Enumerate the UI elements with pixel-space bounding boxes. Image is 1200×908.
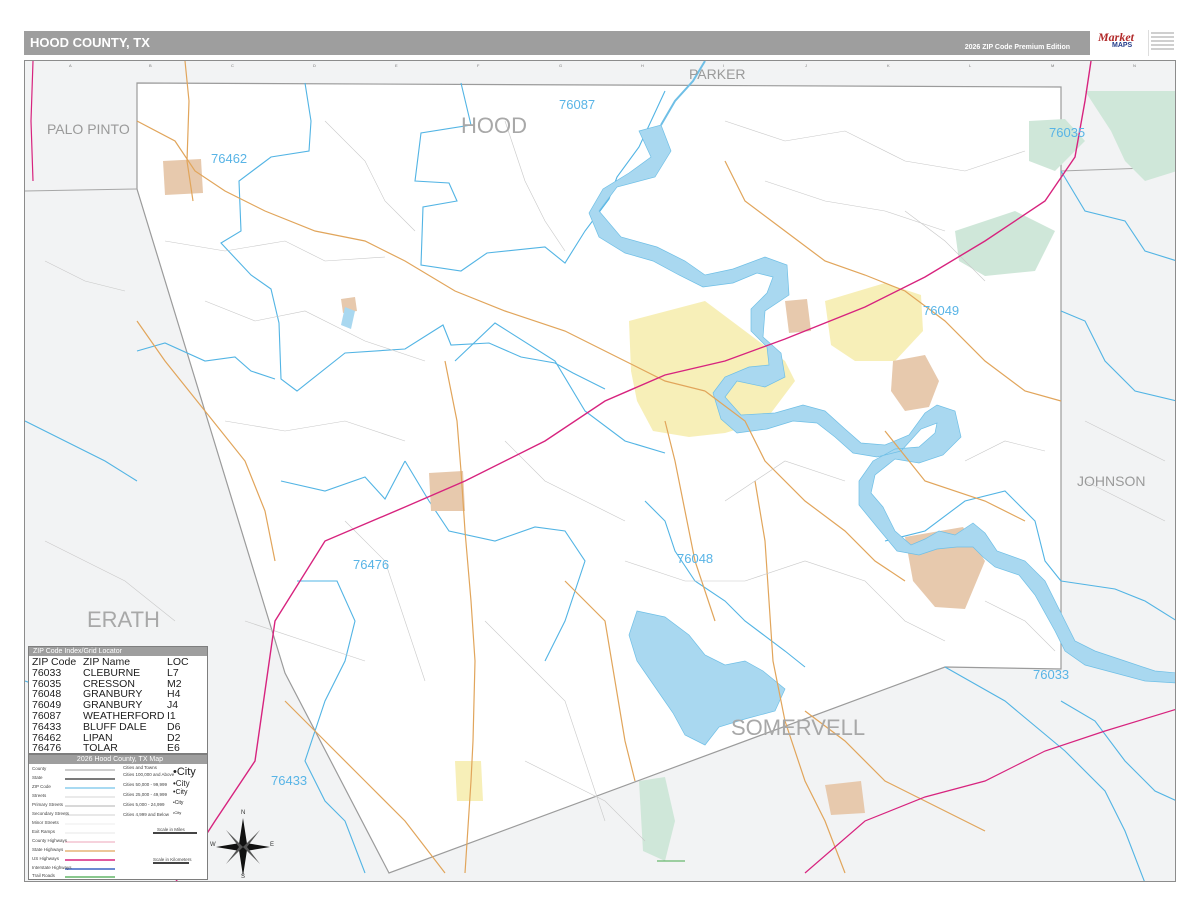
legend-item: Trail Roads bbox=[32, 873, 55, 878]
zip-label-76087: 76087 bbox=[559, 97, 596, 112]
compass-west: W bbox=[210, 842, 216, 848]
legend-city-class: Cities 100,000 and Above bbox=[123, 772, 175, 777]
publisher-logo: Market MAPS bbox=[1094, 26, 1178, 60]
grid-col-f: F bbox=[477, 63, 480, 68]
compass-north: N bbox=[241, 810, 246, 816]
zip-label-76033: 76033 bbox=[1033, 667, 1070, 682]
legend-item: US Highways bbox=[32, 856, 60, 861]
zip-code-index: ZIP Code Index/Grid Locator ZIP Code ZIP… bbox=[28, 646, 208, 754]
logo-sub: MAPS bbox=[1112, 42, 1133, 49]
zip-index-row: 76476 TOLAR E6 bbox=[32, 743, 206, 754]
grid-col-a: A bbox=[69, 63, 72, 68]
zip-index-row: 76433 BLUFF DALE D6 bbox=[32, 720, 206, 733]
town-bluff-dale bbox=[455, 761, 483, 801]
legend-city-symbol: •City bbox=[173, 766, 196, 778]
grid-col-g: G bbox=[559, 63, 563, 68]
county-label-hood: HOOD bbox=[461, 113, 527, 138]
legend-city-symbol: •City bbox=[173, 810, 182, 815]
county-label-parker: PARKER bbox=[689, 66, 746, 82]
grid-col-l: L bbox=[969, 63, 972, 68]
zip-index-name: BLUFF DALE bbox=[83, 720, 147, 733]
legend-title: 2026 Hood County, TX Map bbox=[29, 755, 207, 764]
zip-index-name: CLEBURNE bbox=[83, 666, 141, 679]
zip-index-name: TOLAR bbox=[83, 742, 118, 755]
zip-label-76049: 76049 bbox=[923, 303, 960, 318]
map-title: HOOD COUNTY, TX bbox=[30, 35, 150, 50]
legend-item: Exit Ramps bbox=[32, 829, 56, 834]
grid-col-e: E bbox=[395, 63, 398, 68]
legend-item: County bbox=[32, 766, 47, 771]
grid-col-k: K bbox=[887, 63, 890, 68]
legend-city-symbol: •City bbox=[173, 779, 190, 788]
legend-city-class: Cities 50,000 - 99,999 bbox=[123, 782, 168, 787]
legend-city-header: Cities and Towns bbox=[123, 765, 157, 770]
zip-label-76433: 76433 bbox=[271, 773, 308, 788]
edition-label: 2026 ZIP Code Premium Edition bbox=[964, 44, 1070, 51]
legend-item: State Highways bbox=[32, 847, 64, 852]
zip-label-76476: 76476 bbox=[353, 557, 390, 572]
zip-index-zip: 76476 bbox=[32, 742, 62, 755]
compass-south: S bbox=[241, 874, 246, 880]
zip-index-loc: D6 bbox=[167, 720, 181, 733]
county-label-johnson: JOHNSON bbox=[1077, 473, 1146, 489]
grid-col-n: N bbox=[1133, 63, 1136, 68]
grid-col-d: D bbox=[313, 63, 316, 68]
town-tolar bbox=[429, 471, 465, 511]
zip-index-title: ZIP Code Index/Grid Locator bbox=[29, 647, 207, 656]
grid-col-c: C bbox=[231, 63, 234, 68]
grid-col-m: M bbox=[1051, 63, 1055, 68]
county-label-palo-pinto: PALO PINTO bbox=[47, 121, 130, 137]
legend-city-symbol: •City bbox=[173, 800, 184, 806]
title-bar: HOOD COUNTY, TX 2026 ZIP Code Premium Ed… bbox=[24, 31, 1090, 55]
zip-index-zip: 76033 bbox=[32, 666, 62, 679]
zip-label-76462: 76462 bbox=[211, 151, 248, 166]
legend-item: Minor Streets bbox=[32, 820, 59, 825]
zip-index-row: 76033 CLEBURNE L7 bbox=[32, 666, 206, 679]
legend-city-symbol: •City bbox=[173, 789, 188, 796]
legend-item: Interstate Highways bbox=[32, 865, 72, 870]
compass-east: E bbox=[270, 842, 275, 848]
legend-item: Primary Streets bbox=[32, 802, 64, 807]
town-lipan bbox=[163, 159, 203, 195]
county-label-erath: ERATH bbox=[87, 607, 160, 632]
logo-fine-print bbox=[1148, 30, 1176, 56]
town-granbury-north bbox=[785, 299, 811, 333]
grid-col-j: J bbox=[805, 63, 807, 68]
legend-item: Streets bbox=[32, 793, 47, 798]
map-legend: 2026 Hood County, TX Map County State ZI… bbox=[28, 754, 208, 880]
zip-label-76035: 76035 bbox=[1049, 125, 1086, 140]
legend-city-class: Cities 4,999 and Below bbox=[123, 812, 170, 817]
town-glen-rose bbox=[825, 781, 865, 815]
legend-item: Secondary Streets bbox=[32, 811, 70, 816]
compass-icon bbox=[216, 818, 270, 876]
zip-index-loc: E6 bbox=[167, 742, 180, 755]
zip-index-zip: 76433 bbox=[32, 720, 62, 733]
legend-city-class: Cities 5,000 - 24,999 bbox=[123, 802, 165, 807]
grid-col-h: H bbox=[641, 63, 644, 68]
grid-col-b: B bbox=[149, 63, 152, 68]
legend-item: ZIP Code bbox=[32, 784, 51, 789]
legend-scale-miles: Scale in Miles bbox=[157, 827, 185, 832]
legend-city-class: Cities 25,000 - 49,999 bbox=[123, 792, 168, 797]
zip-index-table: ZIP Code ZIP Name LOC 76033 CLEBURNE L7 … bbox=[32, 657, 206, 754]
compass-rose: N S E W bbox=[210, 810, 275, 880]
county-label-somervell: SOMERVELL bbox=[731, 715, 866, 740]
zip-index-loc: L7 bbox=[167, 666, 179, 679]
legend-scale-km: Scale in Kilometers bbox=[153, 857, 192, 862]
legend-item: County Highways bbox=[32, 838, 68, 843]
zip-label-76048: 76048 bbox=[677, 551, 714, 566]
legend-item: State bbox=[32, 775, 43, 780]
